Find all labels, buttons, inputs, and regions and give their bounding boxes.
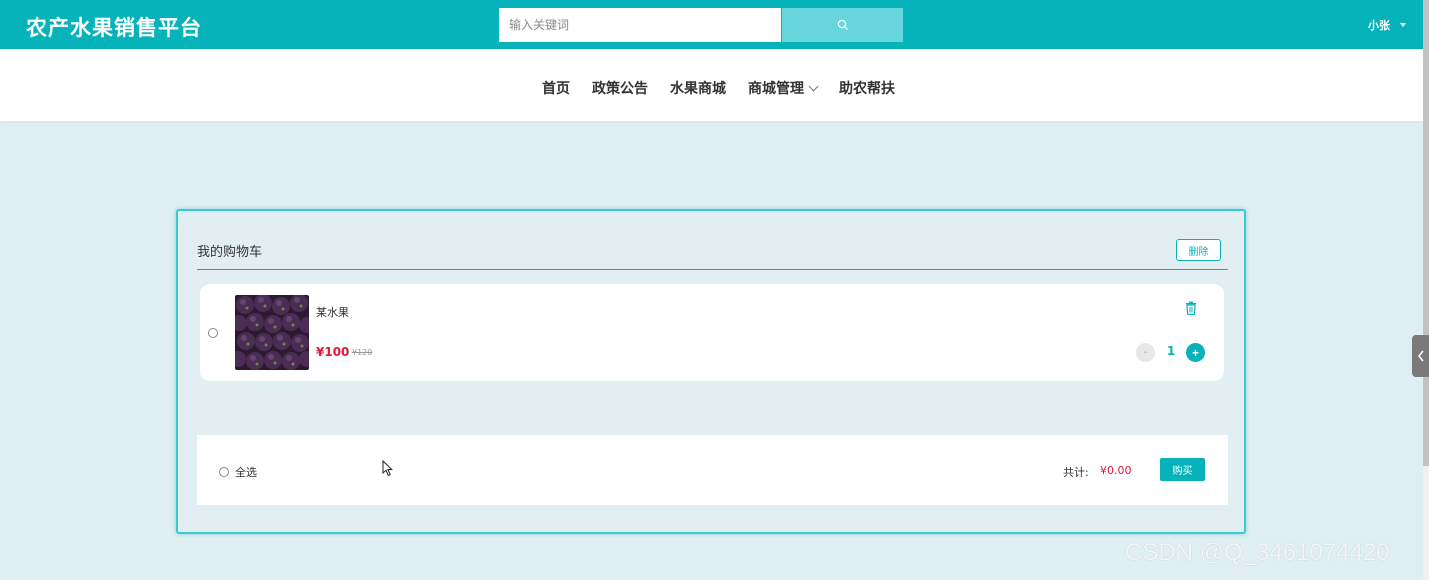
item-price: ¥100 bbox=[316, 345, 350, 359]
top-bar: 农产水果销售平台 小张 bbox=[0, 0, 1423, 49]
cart-item: 某水果 ¥100 ¥120 - 1 + bbox=[200, 284, 1224, 381]
nav-item-home[interactable]: 首页 bbox=[542, 78, 570, 98]
watermark: CSDN @Q_3461074420 bbox=[1125, 539, 1390, 566]
item-name[interactable]: 某水果 bbox=[316, 304, 349, 320]
cart-panel: 我的购物车 删除 某水果 ¥100 ¥120 - 1 + 全选 共计: ¥0.0… bbox=[176, 209, 1246, 534]
item-select-radio[interactable] bbox=[208, 328, 218, 338]
cart-title: 我的购物车 bbox=[197, 245, 263, 260]
quantity-decrease-button[interactable]: - bbox=[1136, 343, 1155, 362]
main-nav: 首页 政策公告 水果商城 商城管理 助农帮扶 bbox=[0, 49, 1423, 121]
trash-icon[interactable] bbox=[1185, 301, 1197, 315]
side-panel-toggle[interactable] bbox=[1412, 335, 1429, 377]
chevron-left-icon bbox=[1417, 350, 1424, 362]
scrollbar-thumb[interactable] bbox=[1423, 0, 1429, 466]
user-name: 小张 bbox=[1368, 19, 1390, 32]
select-all-radio[interactable] bbox=[219, 467, 229, 477]
product-image[interactable] bbox=[235, 295, 309, 370]
select-all[interactable]: 全选 bbox=[219, 464, 257, 480]
chevron-down-icon bbox=[808, 81, 819, 91]
page-scrollbar[interactable] bbox=[1423, 0, 1429, 580]
nav-item-policy[interactable]: 政策公告 bbox=[592, 78, 648, 98]
select-all-label: 全选 bbox=[235, 466, 257, 479]
quantity-increase-button[interactable]: + bbox=[1186, 343, 1205, 362]
title-divider bbox=[197, 269, 1228, 270]
nav-item-fruit-mall[interactable]: 水果商城 bbox=[670, 78, 726, 98]
search-icon bbox=[837, 19, 848, 30]
mouse-cursor-icon bbox=[382, 460, 393, 477]
site-brand[interactable]: 农产水果销售平台 bbox=[26, 12, 202, 42]
cart-footer: 全选 共计: ¥0.00 购买 bbox=[197, 435, 1228, 505]
caret-down-icon bbox=[1400, 23, 1406, 27]
search-input[interactable] bbox=[499, 8, 781, 42]
delete-button[interactable]: 删除 bbox=[1176, 239, 1221, 261]
search-button[interactable] bbox=[782, 8, 903, 42]
nav-item-farmer-support[interactable]: 助农帮扶 bbox=[839, 78, 895, 98]
buy-button[interactable]: 购买 bbox=[1160, 458, 1205, 481]
item-original-price: ¥120 bbox=[352, 348, 373, 357]
user-menu[interactable]: 小张 bbox=[1368, 17, 1406, 33]
total-value: ¥0.00 bbox=[1100, 464, 1132, 477]
nav-item-mall-management[interactable]: 商城管理 bbox=[748, 78, 819, 98]
total-label: 共计: bbox=[1063, 466, 1089, 479]
quantity-value: 1 bbox=[1166, 344, 1176, 358]
